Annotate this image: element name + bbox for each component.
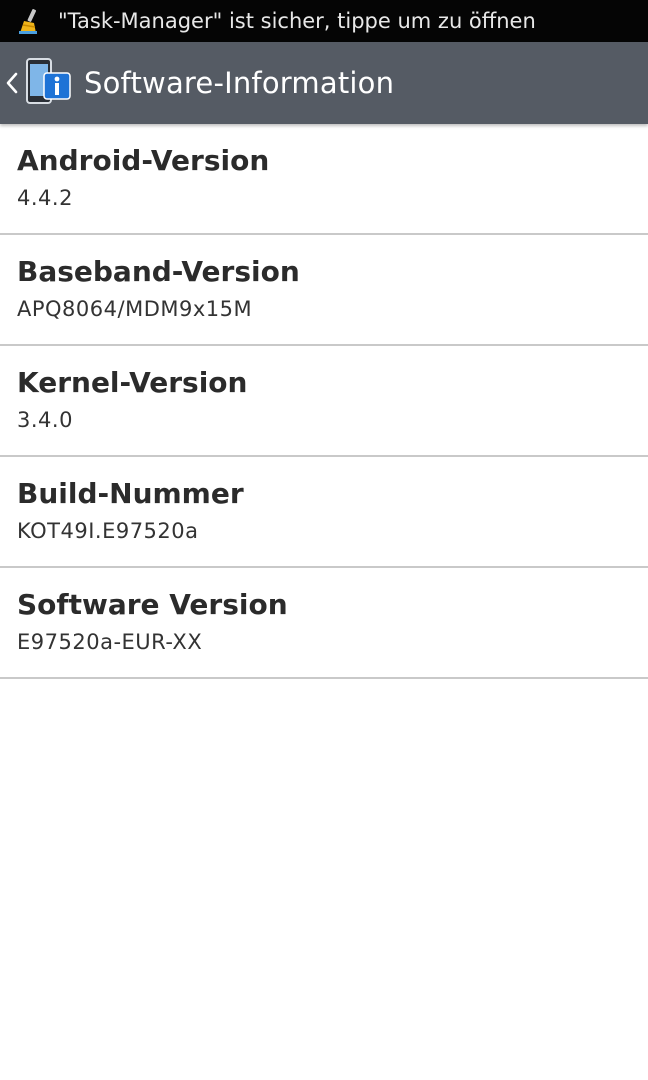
item-value: KOT49I.E97520a <box>17 519 199 543</box>
list-item-baseband-version[interactable]: Baseband-Version APQ8064/MDM9x15M <box>0 235 648 346</box>
list-item-software-version[interactable]: Software Version E97520a-EUR-XX <box>0 568 648 679</box>
item-value: 4.4.2 <box>17 186 73 210</box>
item-value: E97520a-EUR-XX <box>17 630 203 654</box>
page-title: Software-Information <box>84 66 395 100</box>
software-info-icon[interactable] <box>24 55 74 111</box>
item-title: Kernel-Version <box>17 366 248 399</box>
item-title: Build-Nummer <box>17 477 244 510</box>
item-title: Android-Version <box>17 144 270 177</box>
software-info-list: Android-Version 4.4.2 Baseband-Version A… <box>0 124 648 679</box>
notification-text: "Task-Manager" ist sicher, tippe um zu ö… <box>58 9 536 33</box>
chevron-left-icon[interactable] <box>4 68 20 98</box>
item-title: Baseband-Version <box>17 255 300 288</box>
broom-icon <box>14 6 44 36</box>
action-bar: Software-Information <box>0 42 648 124</box>
list-item-android-version[interactable]: Android-Version 4.4.2 <box>0 124 648 235</box>
list-item-build-number[interactable]: Build-Nummer KOT49I.E97520a <box>0 457 648 568</box>
item-value: 3.4.0 <box>17 408 73 432</box>
status-bar[interactable]: "Task-Manager" ist sicher, tippe um zu ö… <box>0 0 648 42</box>
list-item-kernel-version[interactable]: Kernel-Version 3.4.0 <box>0 346 648 457</box>
item-value: APQ8064/MDM9x15M <box>17 297 253 321</box>
item-title: Software Version <box>17 588 288 621</box>
